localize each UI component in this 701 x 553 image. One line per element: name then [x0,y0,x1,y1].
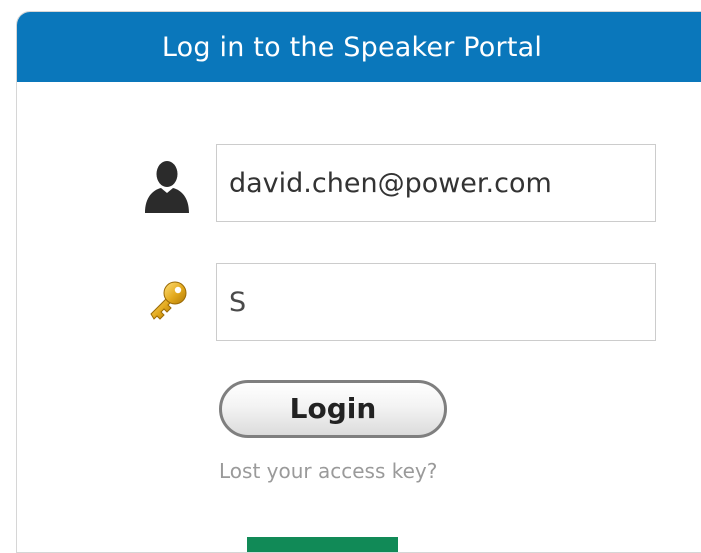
email-value: david.chen@power.com [229,167,552,199]
email-field[interactable]: david.chen@power.com [216,144,656,222]
login-panel: Log in to the Speaker Portal david.chen@… [16,11,701,553]
redaction-block [247,537,398,552]
lost-access-key-link[interactable]: Lost your access key? [219,459,437,483]
password-value: S [229,286,248,318]
password-field[interactable]: S [216,263,656,552]
panel-header: Log in to the Speaker Portal [17,12,701,82]
login-button[interactable]: Login [219,380,447,438]
page-title: Log in to the Speaker Portal [161,31,543,63]
key-icon [150,281,187,320]
user-icon [145,161,189,213]
